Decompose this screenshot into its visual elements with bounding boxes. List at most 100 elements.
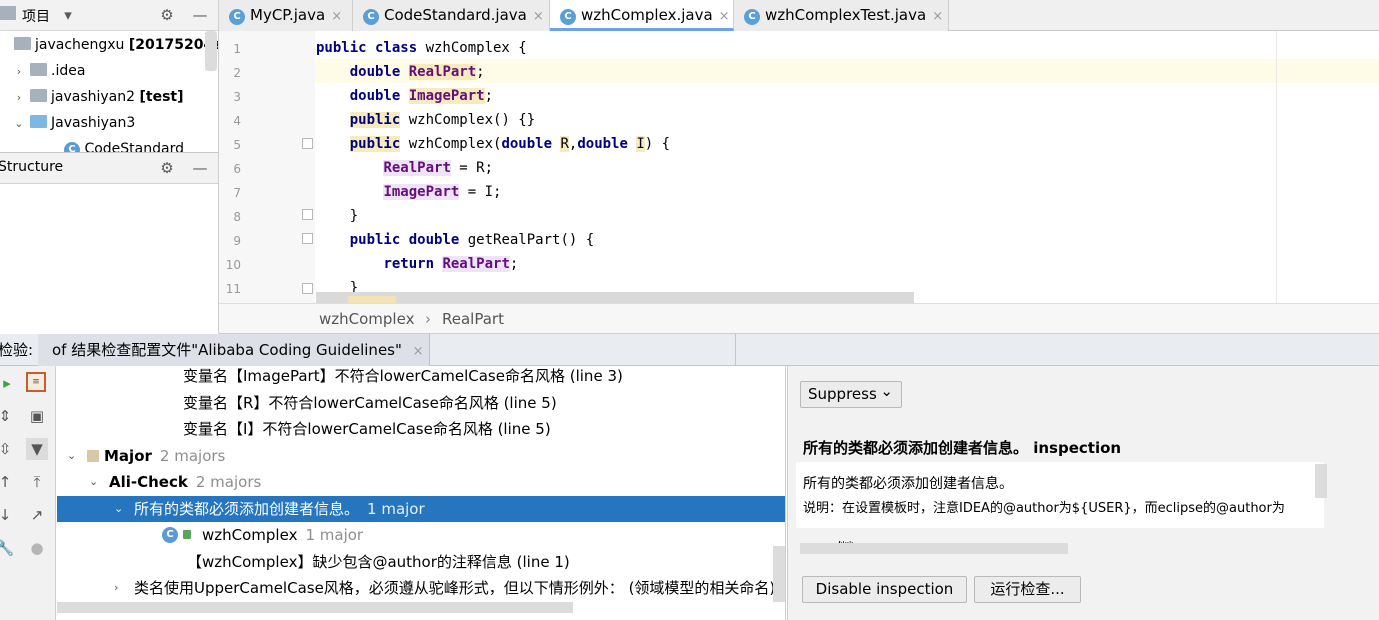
tree-item-label: javachengxu xyxy=(35,37,125,53)
java-class-icon: C xyxy=(363,9,379,25)
gear-icon[interactable]: ⚙ xyxy=(157,158,177,178)
fold-marker-icon[interactable] xyxy=(302,209,313,220)
wrench-icon[interactable]: 🔧 xyxy=(0,537,16,559)
view-dropdown-icon[interactable]: ▾ xyxy=(58,5,78,25)
group-by-directory-icon[interactable]: ▣ xyxy=(26,405,48,427)
snippet-scrollbar[interactable] xyxy=(800,543,1068,554)
tab-label: CodeStandard.java xyxy=(384,6,527,24)
tree-item-codestandard[interactable]: C CodeStandard xyxy=(64,136,184,152)
gear-icon[interactable]: ⚙ xyxy=(157,5,177,25)
code-token: public class xyxy=(316,40,426,56)
result-row[interactable]: › 类名使用UpperCamelCase风格，必须遵从驼峰形式，但以下情形例外： … xyxy=(57,575,785,601)
code-token: RealPart xyxy=(442,256,510,272)
code-line[interactable]: public wzhComplex(double R,double I) { xyxy=(316,132,670,156)
code-token: public xyxy=(349,112,401,128)
tab-wzhcomplex[interactable]: CwzhComplex.java × xyxy=(550,0,734,31)
code-line[interactable]: double ImagePart; xyxy=(316,84,493,108)
code-token: double xyxy=(349,88,409,104)
code-line[interactable]: public double getRealPart() { xyxy=(316,228,594,252)
chevron-down-icon[interactable]: ⌄ xyxy=(89,469,98,495)
chevron-right-icon[interactable]: › xyxy=(12,85,26,111)
inspection-result-tree[interactable]: 变量名【ImagePart】不符合lowerCamelCase命名风格 (lin… xyxy=(57,366,786,620)
tab-label: MyCP.java xyxy=(250,6,326,24)
filter-icon[interactable]: ▼ xyxy=(26,438,48,460)
result-row[interactable]: 【wzhComplex】缺少包含@author的注释信息 (line 1) xyxy=(57,549,785,575)
result-row[interactable]: ⌄ Major 2 majors xyxy=(57,443,785,469)
tab-wzhcomplextest[interactable]: CwzhComplexTest.java × xyxy=(734,0,949,31)
result-count: 2 majors xyxy=(195,473,262,491)
breadcrumb-class[interactable]: wzhComplex xyxy=(319,304,414,335)
next-problem-icon[interactable]: ↓ xyxy=(0,504,16,526)
tree-item-javachengxu[interactable]: javachengxu [20175204zy xyxy=(14,32,218,58)
structure-panel-title[interactable]: Structure xyxy=(0,159,63,175)
breadcrumb-member[interactable]: RealPart xyxy=(442,304,504,335)
rerun-icon[interactable]: ▸ xyxy=(0,372,18,394)
tab-mycp[interactable]: C MyCP.java × xyxy=(219,0,353,31)
code-token: public double xyxy=(349,232,468,248)
tree-item-javashiyan3[interactable]: ⌄ Javashiyan3 xyxy=(12,110,135,136)
code-token: = R; xyxy=(450,160,494,176)
project-panel-title[interactable]: 项目 xyxy=(22,6,50,26)
tab-inspection-results[interactable]: of 结果检查配置文件"Alibaba Coding Guidelines" × xyxy=(38,334,430,366)
result-row[interactable]: ⌄CwzhComplex1 major xyxy=(57,522,785,548)
collapse-all-icon[interactable]: ⇳ xyxy=(0,438,16,460)
close-tab-icon[interactable]: × xyxy=(533,9,544,24)
expand-all-icon[interactable]: ⇕ xyxy=(0,405,16,427)
result-count: 2 majors xyxy=(159,446,226,465)
code-token: wzhComplex( xyxy=(400,136,502,152)
export-icon[interactable]: ⤒ xyxy=(26,471,48,493)
hide-panel-icon[interactable]: — xyxy=(190,158,210,178)
close-tab-icon[interactable]: × xyxy=(932,9,943,24)
fold-marker-icon[interactable] xyxy=(302,138,313,149)
code-line[interactable]: } xyxy=(316,204,358,228)
result-row[interactable]: 变量名【ImagePart】不符合lowerCamelCase命名风格 (lin… xyxy=(57,366,785,389)
structure-panel-header: Structure ⚙ — xyxy=(0,153,218,184)
disable-inspection-button[interactable]: Disable inspection xyxy=(802,576,967,603)
chevron-down-icon[interactable]: ⌄ xyxy=(114,496,123,522)
code-line[interactable]: return RealPart; xyxy=(316,252,518,276)
tab-codestandard[interactable]: C CodeStandard.java × xyxy=(353,0,550,31)
editor-horizontal-scrollbar[interactable] xyxy=(316,292,914,303)
chevron-right-icon[interactable]: › xyxy=(12,59,26,85)
code-token: ) { xyxy=(644,136,671,152)
code-line[interactable]: RealPart = R; xyxy=(316,156,493,180)
chevron-down-icon[interactable]: ⌄ xyxy=(12,111,26,137)
result-row[interactable]: 变量名【R】不符合lowerCamelCase命名风格 (line 5) xyxy=(57,390,785,416)
lightbulb-icon[interactable]: ● xyxy=(26,537,48,559)
result-label: 变量名【I】不符合lowerCamelCase命名风格 (line 5) xyxy=(183,420,551,438)
line-number: 7 xyxy=(233,186,241,200)
close-tab-icon[interactable]: × xyxy=(331,9,342,24)
line-number: 11 xyxy=(225,282,241,296)
tree-item-javashiyan2[interactable]: › javashiyan2 [test] xyxy=(12,84,184,110)
code-line[interactable]: public wzhComplex() {} xyxy=(316,108,535,132)
chevron-down-icon[interactable]: ⌄ xyxy=(67,443,76,469)
suppress-dropdown[interactable]: Suppress ⌄ xyxy=(800,381,902,408)
result-row[interactable]: 变量名【I】不符合lowerCamelCase命名风格 (line 5) xyxy=(57,416,785,442)
result-row-selected[interactable]: ⌄ 所有的类都必须添加创建者信息。 1 major xyxy=(57,495,785,522)
fold-marker-icon[interactable] xyxy=(302,233,313,244)
code-line[interactable]: public class wzhComplex { xyxy=(316,36,527,60)
inspection-description: 所有的类都必须添加创建者信息。 说明：在设置模板时，注意IDEA的@author… xyxy=(796,462,1324,528)
fold-marker-icon[interactable] xyxy=(302,283,313,294)
result-row[interactable]: ⌄ Ali-Check 2 majors xyxy=(57,469,785,495)
hide-panel-icon[interactable]: — xyxy=(190,5,210,25)
code-line[interactable]: ImagePart = I; xyxy=(316,180,501,204)
chevron-right-icon[interactable]: › xyxy=(114,575,118,601)
run-inspection-button[interactable]: 运行检查... xyxy=(974,576,1081,603)
code-line[interactable]: double RealPart; xyxy=(316,60,485,84)
description-scrollbar[interactable] xyxy=(1315,464,1327,498)
code-token: RealPart xyxy=(408,64,477,80)
result-tree-horizontal-scrollbar[interactable] xyxy=(57,602,573,613)
code-editor[interactable]: 1 2 3 4 5 6 7 8 9 10 11 public class wzhComplex { … xyxy=(219,31,1379,303)
autoscroll-to-source-icon[interactable]: ↗ xyxy=(26,504,48,526)
tree-item-idea[interactable]: › .idea xyxy=(12,58,85,84)
code-token: ; xyxy=(509,256,519,272)
previous-problem-icon[interactable]: ↑ xyxy=(0,471,16,493)
close-tab-icon[interactable]: × xyxy=(413,344,424,359)
close-tab-icon[interactable]: × xyxy=(719,9,730,24)
project-scrollbar[interactable] xyxy=(205,31,217,71)
result-tree-vertical-scrollbar[interactable] xyxy=(773,546,785,602)
result-label: 变量名【ImagePart】不符合lowerCamelCase命名风格 (lin… xyxy=(183,367,623,385)
group-by-severity-icon[interactable]: ≡ xyxy=(26,372,46,392)
